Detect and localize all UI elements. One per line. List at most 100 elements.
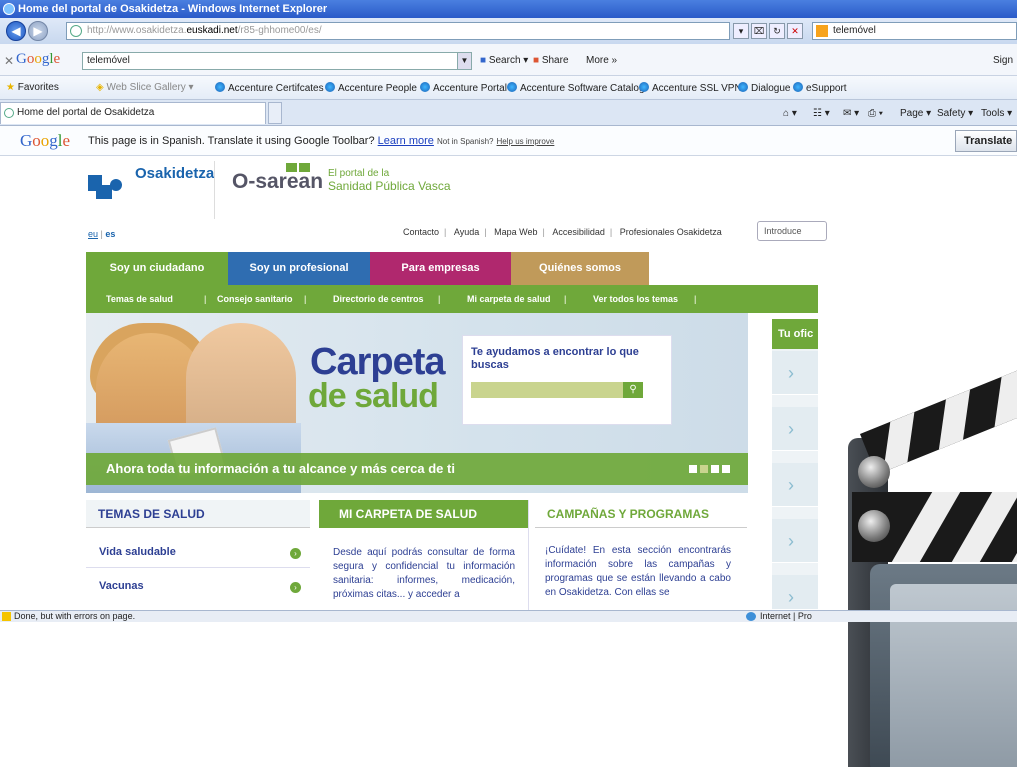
link-accesibilidad[interactable]: Accesibilidad bbox=[552, 227, 605, 237]
fav-esupport[interactable]: eSupport bbox=[793, 82, 847, 94]
hero-caption: Ahora toda tu información a tu alcance y… bbox=[86, 453, 748, 485]
subnav-sep: | bbox=[564, 294, 567, 304]
url-dropdown-button[interactable]: ▾ bbox=[733, 23, 749, 39]
subnav-temas[interactable]: Temas de salud bbox=[106, 285, 173, 313]
carousel-dot[interactable] bbox=[722, 465, 730, 473]
sidebar-arrow-icon[interactable]: › bbox=[772, 463, 818, 507]
nav-empresas[interactable]: Para empresas bbox=[370, 252, 511, 285]
sidebar-title: Tu ofic bbox=[772, 319, 818, 349]
sidebar-arrow-icon[interactable]: › bbox=[772, 407, 818, 451]
fav-portal[interactable]: Accenture Portal bbox=[420, 82, 507, 94]
compat-view-icon[interactable]: ⌧ bbox=[751, 23, 767, 39]
subnav-directorio[interactable]: Directorio de centros bbox=[333, 285, 424, 313]
google-dropdown-icon[interactable]: ▼ bbox=[457, 53, 471, 69]
translate-button[interactable]: Translate bbox=[955, 130, 1017, 152]
carousel-dots bbox=[686, 464, 730, 476]
arrow-right-icon[interactable]: › bbox=[290, 548, 301, 559]
home-icon[interactable]: ⌂ ▾ bbox=[783, 108, 797, 119]
topic-vida-saludable[interactable]: Vida saludable bbox=[99, 546, 176, 558]
nav-ciudadano[interactable]: Soy un ciudadano bbox=[86, 252, 228, 285]
tab-osakidetza[interactable]: Home del portal de Osakidetza bbox=[0, 102, 266, 124]
more-button[interactable]: More » bbox=[586, 55, 617, 66]
fav-label: Accenture Portal bbox=[433, 83, 507, 94]
tools-menu[interactable]: Tools ▾ bbox=[981, 108, 1012, 119]
help-improve-link[interactable]: Help us improve bbox=[497, 137, 555, 146]
fav-certificates[interactable]: Accenture Certifcates bbox=[215, 82, 324, 94]
share-button[interactable]: ■ Share bbox=[533, 55, 569, 66]
google-search-input[interactable]: telemóvel ▼ bbox=[82, 52, 472, 70]
feeds-icon[interactable]: ☷ ▾ bbox=[813, 108, 830, 119]
link-contacto[interactable]: Contacto bbox=[403, 227, 439, 237]
tagline-line1: El portal de la bbox=[328, 168, 390, 179]
link-profesionales[interactable]: Profesionales Osakidetza bbox=[620, 227, 722, 237]
osarean-logo[interactable]: O-sarean bbox=[232, 170, 323, 194]
subnav-consejo[interactable]: Consejo sanitario bbox=[217, 285, 293, 313]
hero-search-input[interactable] bbox=[471, 382, 623, 398]
status-bar: Done, but with errors on page. Internet … bbox=[0, 610, 1017, 622]
brand-name[interactable]: Osakidetza bbox=[135, 165, 214, 182]
favorites-button[interactable]: ★ Favorites bbox=[6, 82, 59, 93]
page-icon bbox=[70, 25, 82, 37]
google-search-button[interactable]: ■ Search ▾ bbox=[480, 55, 528, 66]
new-tab-button[interactable] bbox=[268, 102, 282, 124]
carousel-dot[interactable] bbox=[700, 465, 708, 473]
live-search-value: telemóvel bbox=[833, 25, 876, 36]
subnav-carpeta[interactable]: Mi carpeta de salud bbox=[467, 285, 551, 313]
carousel-dot[interactable] bbox=[711, 465, 719, 473]
lang-es-link[interactable]: es bbox=[105, 229, 115, 239]
column-divider bbox=[528, 500, 529, 610]
carousel-dot[interactable] bbox=[689, 465, 697, 473]
search-icon[interactable]: ⚲ bbox=[623, 382, 643, 398]
fav-web-slice[interactable]: ◈ Web Slice Gallery ▾ bbox=[96, 82, 194, 93]
hero-title-line2: de salud bbox=[308, 377, 439, 415]
subnav-sep: | bbox=[694, 294, 697, 304]
link-mapa-web[interactable]: Mapa Web bbox=[494, 227, 537, 237]
link-ayuda[interactable]: Ayuda bbox=[454, 227, 479, 237]
status-text[interactable]: Done, but with errors on page. bbox=[14, 611, 135, 621]
google-toolbar: ✕ Google telemóvel ▼ ■ Search ▾ ■ Share … bbox=[0, 44, 1017, 76]
campanas-description: ¡Cuídate! En esta sección encontrarás in… bbox=[545, 545, 731, 598]
back-button[interactable]: ◀ bbox=[6, 21, 26, 41]
topic-vacunas[interactable]: Vacunas bbox=[99, 580, 144, 592]
google-query: telemóvel bbox=[87, 55, 130, 66]
tab-bar: Home del portal de Osakidetza ⌂ ▾ ☷ ▾ ✉ … bbox=[0, 100, 1017, 126]
safety-menu[interactable]: Safety ▾ bbox=[937, 108, 973, 119]
subnav-sep: | bbox=[204, 294, 207, 304]
print-icon[interactable]: ⎙ ▾ bbox=[868, 108, 883, 119]
arrow-right-icon[interactable]: › bbox=[290, 582, 301, 593]
nav-quienes-somos[interactable]: Quiénes somos bbox=[511, 252, 649, 285]
col-head-campanas[interactable]: CAMPAÑAS Y PROGRAMAS bbox=[535, 500, 747, 528]
fav-label: Accenture Software Catalog bbox=[520, 83, 645, 94]
nav-profesional[interactable]: Soy un profesional bbox=[228, 252, 370, 285]
search-provider-icon bbox=[816, 25, 828, 37]
globe-icon bbox=[325, 82, 335, 92]
fav-dialogue[interactable]: Dialogue bbox=[738, 82, 790, 94]
sidebar-arrow-icon[interactable]: › bbox=[772, 519, 818, 563]
site-search-input[interactable]: Introduce bbox=[757, 221, 827, 241]
live-search-input[interactable]: telemóvel bbox=[812, 22, 1017, 40]
lang-eu-link[interactable]: eu bbox=[88, 229, 98, 239]
globe-icon bbox=[420, 82, 430, 92]
zone-text: Internet | Pro bbox=[760, 611, 812, 621]
forward-button[interactable]: ▶ bbox=[28, 21, 48, 41]
stop-icon[interactable]: ✕ bbox=[787, 23, 803, 39]
subnav-ver-todos[interactable]: Ver todos los temas bbox=[593, 285, 678, 313]
page-menu[interactable]: Page ▾ bbox=[900, 108, 931, 119]
sidebar-arrow-icon[interactable]: › bbox=[772, 351, 818, 395]
col-head-carpeta[interactable]: MI CARPETA DE SALUD bbox=[319, 500, 528, 528]
close-toolbar-icon[interactable]: ✕ bbox=[4, 54, 14, 68]
sidebar-arrow-icon[interactable]: › bbox=[772, 575, 818, 610]
col-head-temas[interactable]: TEMAS DE SALUD bbox=[86, 500, 310, 528]
osakidetza-logo-icon bbox=[88, 169, 124, 199]
learn-more-link[interactable]: Learn more bbox=[378, 135, 434, 147]
fav-software-catalog[interactable]: Accenture Software Catalog bbox=[507, 82, 645, 94]
warning-icon[interactable] bbox=[2, 612, 11, 621]
sign-in-link[interactable]: Sign bbox=[993, 55, 1013, 66]
fav-ssl-vpn[interactable]: Accenture SSL VPN bbox=[639, 82, 742, 94]
mail-icon[interactable]: ✉ ▾ bbox=[843, 108, 859, 119]
fav-people[interactable]: Accenture People bbox=[325, 82, 417, 94]
url-input[interactable]: http://www.osakidetza.euskadi.net/r85-gh… bbox=[66, 22, 730, 40]
language-switch: eu | es bbox=[88, 229, 116, 239]
refresh-icon[interactable]: ↻ bbox=[769, 23, 785, 39]
zone-indicator[interactable]: Internet | Pro bbox=[746, 611, 812, 622]
